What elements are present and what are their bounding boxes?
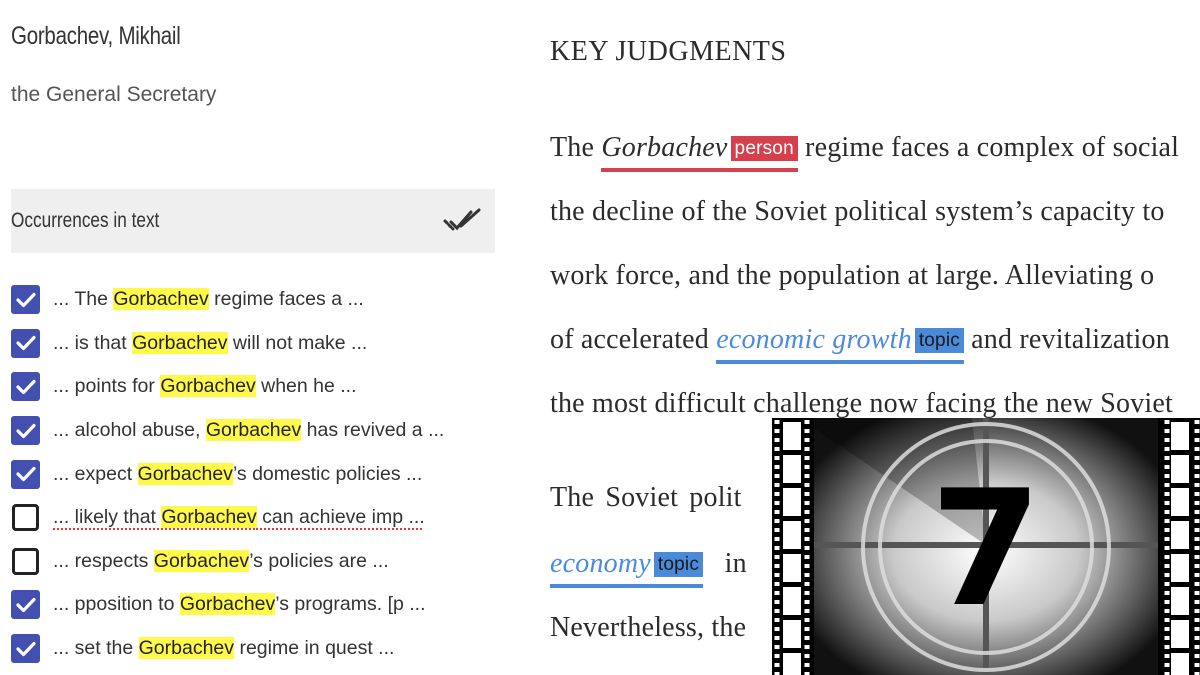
occurrence-checkbox[interactable] bbox=[11, 328, 40, 358]
occurrence-checkbox[interactable] bbox=[11, 634, 40, 664]
entity-annotation-topic[interactable]: economy topic bbox=[550, 548, 704, 588]
occurrence-snippet[interactable]: ... is that Gorbachev will not make ... bbox=[53, 331, 368, 355]
snippet-after: ’s domestic policies ... bbox=[232, 462, 423, 485]
occurrence-item: ... likely that Gorbachev can achieve im… bbox=[11, 496, 491, 540]
occurrence-item: ... alcohol abuse, Gorbachev has revived… bbox=[11, 409, 491, 453]
snippet-before: ... is that bbox=[53, 331, 133, 354]
countdown-number: 7 bbox=[930, 455, 1041, 642]
checkmark-icon bbox=[15, 292, 36, 307]
snippet-before: ... alcohol abuse, bbox=[53, 419, 206, 442]
occurrence-snippet[interactable]: ... alcohol abuse, Gorbachev has revived… bbox=[53, 419, 444, 442]
checkmark-icon bbox=[15, 379, 36, 395]
occurrence-checkbox[interactable] bbox=[11, 590, 40, 620]
snippet-after: ’s programs. [p ... bbox=[275, 593, 426, 616]
checkmark-icon bbox=[15, 336, 36, 351]
doc-text: The bbox=[550, 132, 602, 163]
doc-line: the most difficult challenge now facing … bbox=[550, 388, 1174, 419]
checkmark-icon bbox=[15, 641, 36, 656]
snippet-before: ... pposition to bbox=[53, 593, 180, 616]
snippet-before: ... The bbox=[53, 288, 114, 311]
doc-line: the decline of the Soviet political syst… bbox=[550, 196, 1165, 227]
occurrence-checkbox[interactable] bbox=[11, 285, 40, 315]
occurrence-checkbox[interactable] bbox=[11, 416, 40, 446]
snippet-before: ... set the bbox=[53, 637, 139, 660]
occurrences-header: Occurrences in text bbox=[11, 189, 495, 253]
doc-text: regime faces a complex of social bbox=[797, 132, 1180, 163]
snippet-match-highlight: Gorbachev bbox=[160, 375, 256, 398]
snippet-after: ’s policies are ... bbox=[249, 549, 389, 572]
occurrence-checkbox[interactable] bbox=[12, 547, 39, 575]
doc-line: economy topic in bbox=[550, 548, 747, 588]
topic-tag-badge: topic bbox=[914, 328, 964, 353]
occurrence-item: ... points for Gorbachev when he ... bbox=[11, 365, 491, 409]
film-countdown-graphic: 7 bbox=[772, 418, 1200, 675]
doc-text: in bbox=[703, 548, 747, 579]
entity-panel: Gorbachev, Mikhail the General Secretary… bbox=[0, 0, 510, 675]
entity-name: Gorbachev, Mikhail bbox=[11, 22, 181, 50]
snippet-after: regime in quest ... bbox=[234, 637, 395, 660]
occurrence-checkbox[interactable] bbox=[11, 459, 40, 489]
occurrence-item: ... pposition to Gorbachev’s programs. [… bbox=[11, 583, 491, 627]
occurrence-checkbox[interactable] bbox=[12, 504, 39, 532]
occurrence-item: ... expect Gorbachev’s domestic policies… bbox=[11, 452, 491, 496]
occurrence-checkbox[interactable] bbox=[11, 372, 40, 402]
snippet-after: can achieve imp ... bbox=[256, 506, 425, 529]
snippet-match-highlight: Gorbachev bbox=[205, 419, 302, 442]
doc-text: and revitalization bbox=[963, 324, 1170, 355]
snippet-after: has revived a ... bbox=[301, 419, 445, 442]
entity-word: Gorbachev bbox=[601, 132, 728, 163]
double-check-icon[interactable] bbox=[443, 206, 483, 236]
entity-underline bbox=[550, 584, 704, 588]
doc-line: Nevertheless, the bbox=[550, 612, 747, 643]
occurrences-title: Occurrences in text bbox=[11, 209, 160, 232]
occurrence-item: ... respects Gorbachev’s policies are ..… bbox=[11, 540, 491, 584]
occurrence-snippet[interactable]: ... likely that Gorbachev can achieve im… bbox=[53, 506, 425, 529]
entity-description: the General Secretary bbox=[11, 83, 217, 106]
snippet-before: ... points for bbox=[53, 375, 161, 398]
person-tag-badge: person bbox=[730, 136, 798, 161]
entity-word: economy bbox=[550, 548, 651, 579]
occurrence-item: ... set the Gorbachev regime in quest ..… bbox=[11, 627, 491, 671]
snippet-before: ... likely that bbox=[53, 506, 162, 529]
occurrence-snippet[interactable]: ... set the Gorbachev regime in quest ..… bbox=[53, 637, 394, 660]
occurrences-list: ... The Gorbachev regime faces a ...... … bbox=[11, 278, 491, 670]
snippet-before: ... expect bbox=[53, 462, 138, 485]
checkmark-icon bbox=[15, 467, 36, 482]
snippet-match-highlight: Gorbachev bbox=[113, 288, 209, 311]
occurrence-snippet[interactable]: ... points for Gorbachev when he ... bbox=[53, 375, 357, 398]
doc-text: of accelerated bbox=[550, 324, 717, 355]
document-heading: KEY JUDGMENTS bbox=[550, 36, 787, 67]
entity-underline bbox=[601, 168, 798, 172]
snippet-match-highlight: Gorbachev bbox=[179, 593, 276, 616]
occurrence-item: ... The Gorbachev regime faces a ... bbox=[11, 278, 491, 322]
doc-line: The Soviet polit bbox=[550, 482, 742, 513]
snippet-match-highlight: Gorbachev bbox=[161, 506, 257, 529]
doc-line: The Gorbachev person regime faces a compl… bbox=[550, 132, 1180, 172]
snippet-before: ... respects bbox=[53, 549, 154, 572]
occurrence-snippet[interactable]: ... pposition to Gorbachev’s programs. [… bbox=[53, 593, 426, 616]
entity-annotation-person[interactable]: Gorbachev person bbox=[601, 132, 798, 172]
snippet-match-highlight: Gorbachev bbox=[137, 462, 233, 485]
doc-line: of accelerated economic growth topic and … bbox=[550, 324, 1170, 364]
doc-line: work force, and the population at large.… bbox=[550, 260, 1155, 291]
topic-tag-badge: topic bbox=[653, 552, 704, 577]
snippet-match-highlight: Gorbachev bbox=[153, 549, 250, 572]
entity-annotation-topic[interactable]: economic growth topic bbox=[716, 324, 964, 364]
entity-underline bbox=[716, 360, 964, 364]
occurrence-item: ... is that Gorbachev will not make ... bbox=[11, 322, 491, 366]
occurrence-snippet[interactable]: ... The Gorbachev regime faces a ... bbox=[53, 288, 364, 311]
snippet-match-highlight: Gorbachev bbox=[138, 637, 235, 660]
snippet-after: regime faces a ... bbox=[208, 288, 364, 311]
snippet-match-highlight: Gorbachev bbox=[132, 331, 228, 354]
film-countdown-image: 7 bbox=[772, 418, 1200, 675]
occurrence-snippet[interactable]: ... respects Gorbachev’s policies are ..… bbox=[53, 549, 389, 573]
snippet-after: when he ... bbox=[255, 375, 357, 398]
entity-word: economic growth bbox=[716, 324, 912, 355]
snippet-after: will not make ... bbox=[227, 331, 368, 354]
checkmark-icon bbox=[15, 423, 36, 438]
checkmark-icon bbox=[15, 597, 36, 613]
occurrence-snippet[interactable]: ... expect Gorbachev’s domestic policies… bbox=[53, 462, 423, 486]
